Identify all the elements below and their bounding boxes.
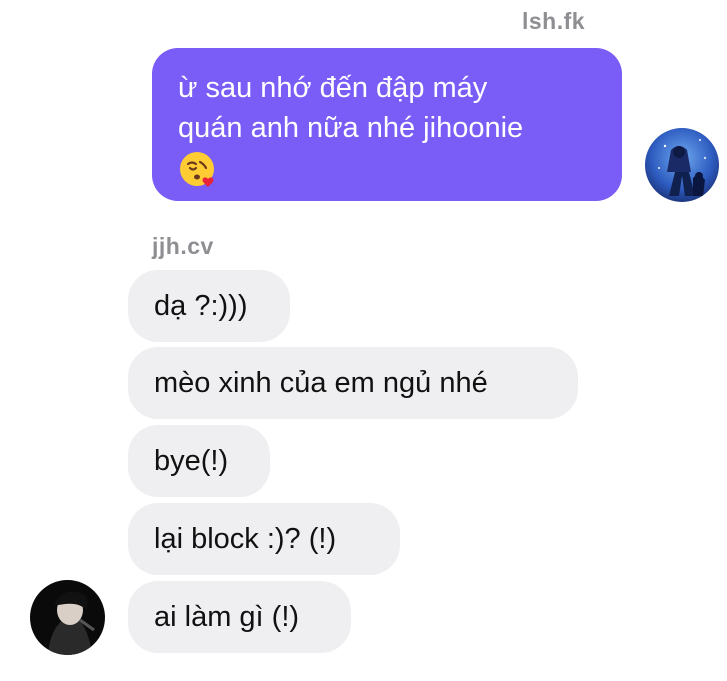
outgoing-sender-avatar[interactable] — [645, 128, 719, 202]
outgoing-message-line-2: quán anh nữa nhé jihoonie — [178, 112, 524, 144]
incoming-message-bubble[interactable]: ai làm gì (!) — [128, 581, 351, 653]
incoming-message-bubble[interactable]: bye(!) — [128, 425, 270, 497]
incoming-sender-avatar[interactable] — [30, 580, 105, 655]
incoming-message-bubble[interactable]: dạ ?:))) — [128, 270, 290, 342]
outgoing-message-bubble[interactable]: ừ sau nhớ đến đập máy quán anh nữa nhé j… — [152, 48, 622, 201]
incoming-message-bubble[interactable]: lại block :)? (!) — [128, 503, 400, 575]
outgoing-message-line-1: ừ sau nhớ đến đập máy — [178, 72, 488, 104]
face-blowing-kiss-emoji — [178, 148, 596, 188]
outgoing-sender-name: lsh.fk — [522, 8, 586, 34]
incoming-sender-name: jjh.cv — [152, 233, 214, 259]
incoming-message-bubble[interactable]: mèo xinh của em ngủ nhé — [128, 347, 578, 419]
